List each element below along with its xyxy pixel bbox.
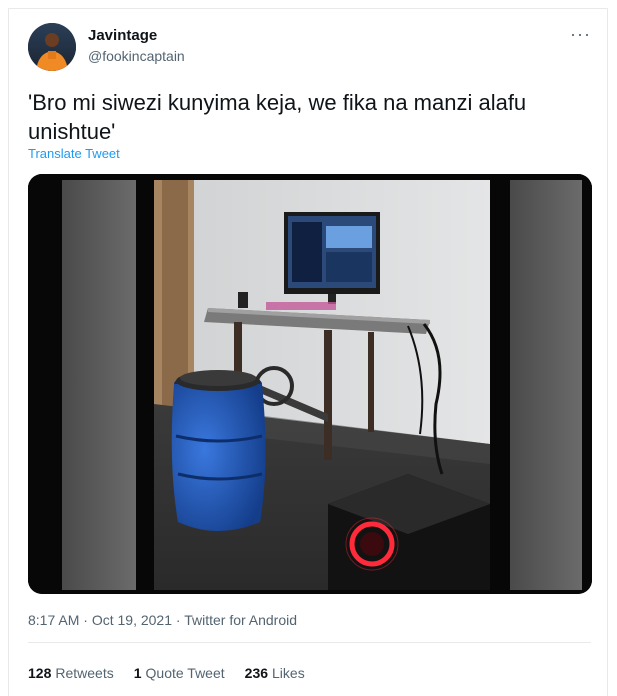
- tweet-text: 'Bro mi siwezi kunyima keja, we fika na …: [28, 90, 527, 144]
- author-handle[interactable]: @fookincaptain: [88, 48, 185, 64]
- author-name[interactable]: Javintage: [88, 27, 157, 44]
- divider: [28, 642, 591, 643]
- tweet-meta: 8:17 AM · Oct 19, 2021 · Twitter for And…: [28, 612, 297, 628]
- retweets-stat[interactable]: 128 Retweets: [28, 665, 114, 681]
- tweet-date[interactable]: Oct 19, 2021: [92, 612, 172, 628]
- quotes-label: Quote Tweet: [145, 665, 225, 681]
- translate-tweet-link[interactable]: Translate Tweet: [28, 146, 120, 161]
- likes-stat[interactable]: 236 Likes: [245, 665, 305, 681]
- more-options-icon[interactable]: ···: [570, 24, 591, 45]
- meta-separator: ·: [172, 612, 185, 628]
- engagement-stats: 128 Retweets 1 Quote Tweet 236 Likes: [28, 665, 305, 681]
- quote-tweets-stat[interactable]: 1 Quote Tweet: [134, 665, 225, 681]
- quotes-count: 1: [133, 665, 142, 681]
- tweet-source[interactable]: Twitter for Android: [184, 612, 297, 628]
- retweets-count: 128: [28, 665, 52, 681]
- tweet-photo[interactable]: [28, 174, 592, 594]
- meta-separator: ·: [79, 612, 92, 628]
- retweets-label: Retweets: [55, 665, 114, 681]
- likes-count: 236: [244, 665, 269, 681]
- room-photo-image: [28, 174, 592, 594]
- likes-label: Likes: [272, 665, 305, 681]
- tweet-time[interactable]: 8:17 AM: [28, 612, 79, 628]
- avatar[interactable]: [28, 23, 76, 71]
